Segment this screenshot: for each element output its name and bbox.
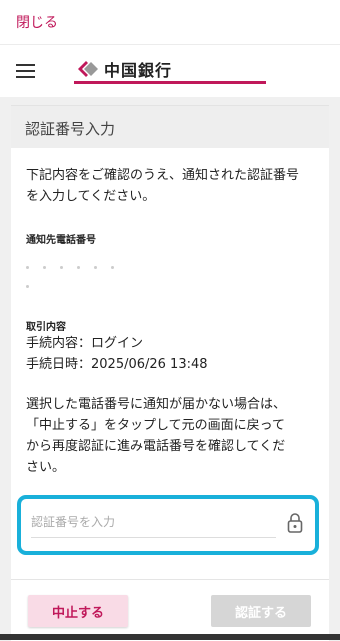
close-link[interactable]: 閉じる xyxy=(16,12,58,32)
notice-line-4: さい。 xyxy=(26,460,66,475)
app-header: 中国銀行 xyxy=(0,44,340,97)
intro-line-1: 下記内容をご確認のうえ、通知された認証番号 xyxy=(26,168,300,183)
brand-underline xyxy=(74,81,266,84)
procedure-text: 手続内容：ログイン xyxy=(26,336,144,351)
masked-phone-number xyxy=(26,254,136,288)
card-header: 認証番号入力 xyxy=(11,106,329,148)
menu-icon[interactable] xyxy=(16,64,35,78)
phone-heading: 通知先電話番号 xyxy=(26,235,96,246)
logo-mark-icon xyxy=(78,61,98,77)
brand-name: 中国銀行 xyxy=(104,61,173,80)
auth-card: 認証番号入力 下記内容をご確認のうえ、通知された認証番号 を入力してください。 … xyxy=(11,105,329,641)
bank-logo: 中国銀行 xyxy=(74,57,172,81)
transaction-heading: 取引内容 xyxy=(26,322,66,333)
card-title: 認証番号入力 xyxy=(25,120,116,138)
authenticate-button[interactable]: 認証する xyxy=(211,595,311,627)
bottom-bar xyxy=(0,634,340,640)
input-underline xyxy=(31,537,276,538)
notice-line-2: 「中止する」をタップして元の画面に戻って xyxy=(26,418,285,433)
notice-text: 選択した電話番号に通知が届かない場合は、 「中止する」をタップして元の画面に戻っ… xyxy=(26,394,318,478)
top-bar: 閉じる xyxy=(0,0,340,44)
datetime-text: 手続日時：2025/06/26 13:48 xyxy=(26,357,208,372)
lock-icon xyxy=(287,513,303,533)
notice-line-3: から再度認証に進み電話番号を確認してくだ xyxy=(26,439,286,454)
cancel-button[interactable]: 中止する xyxy=(28,595,128,627)
intro-text: 下記内容をご確認のうえ、通知された認証番号 を入力してください。 xyxy=(26,165,318,207)
auth-code-input-container xyxy=(17,495,319,555)
intro-line-2: を入力してください。 xyxy=(26,189,156,204)
transaction-details: 手続内容：ログイン 手続日時：2025/06/26 13:48 xyxy=(26,333,318,375)
notice-line-1: 選択した電話番号に通知が届かない場合は、 xyxy=(26,397,287,412)
card-divider xyxy=(11,579,329,580)
auth-code-input[interactable] xyxy=(31,511,276,533)
